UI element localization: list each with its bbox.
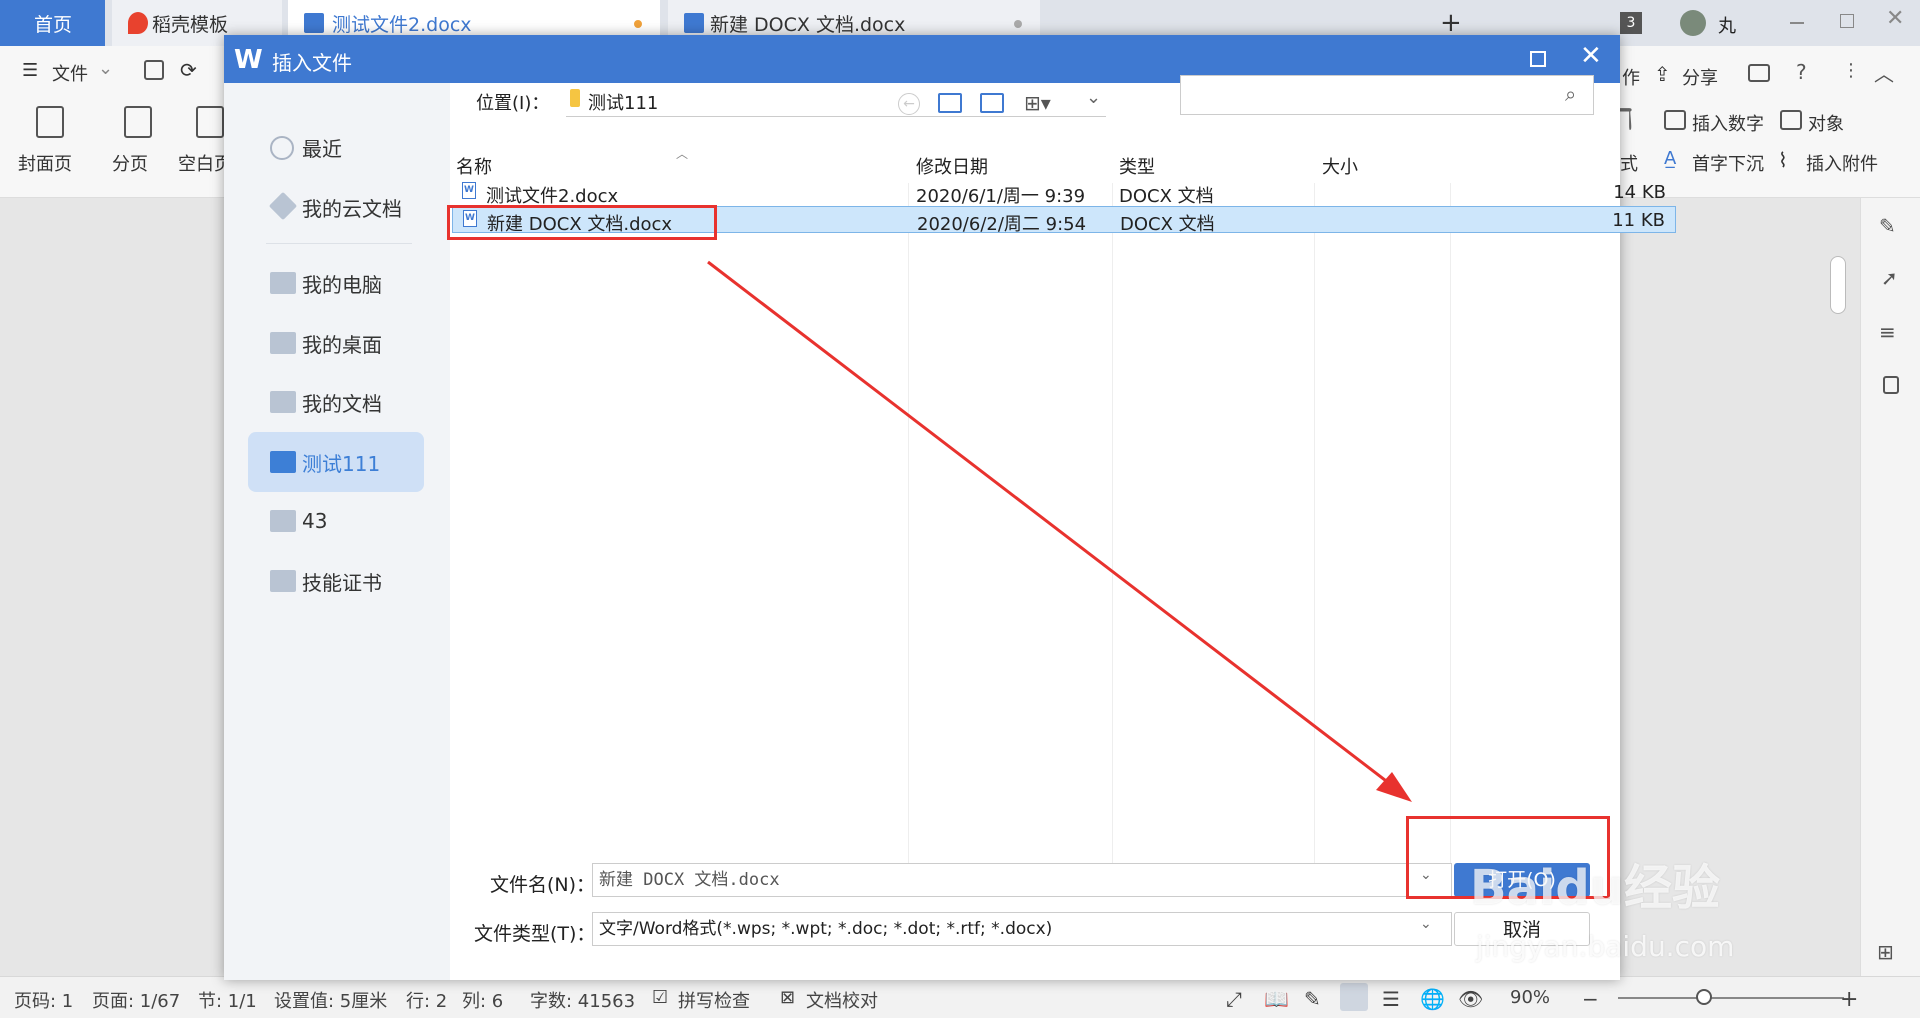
watermark-url: jingyan.baidu.com xyxy=(1476,930,1735,963)
watermark-brand: Baidu经验 xyxy=(1470,860,1720,916)
